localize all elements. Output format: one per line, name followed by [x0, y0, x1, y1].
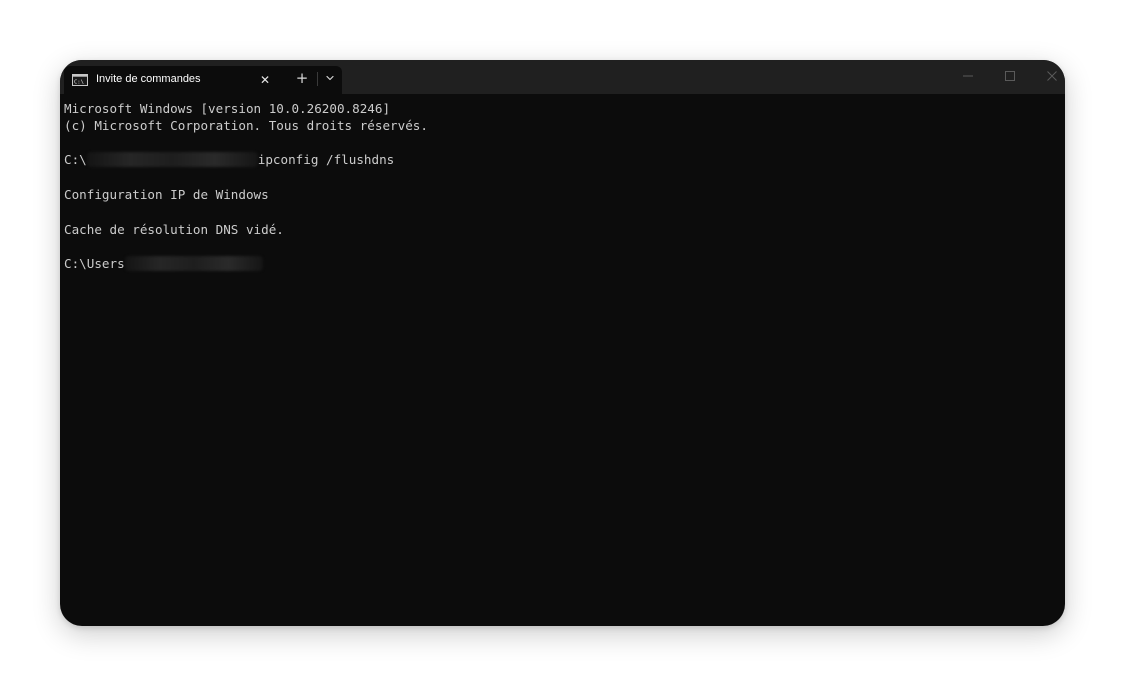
prompt-path: C:\ — [64, 152, 87, 167]
console-line-version: Microsoft Windows [version 10.0.26200.82… — [64, 101, 391, 116]
console-line-command: C:\ ipconfig /flushdns — [64, 151, 394, 168]
tab-separator — [317, 72, 318, 86]
prompt-path: C:\Users — [64, 256, 125, 271]
redacted-path — [86, 152, 258, 167]
command-text: ipconfig /flushdns — [257, 152, 395, 167]
console-line-copyright: (c) Microsoft Corporation. Tous droits r… — [64, 118, 428, 133]
redacted-username — [124, 256, 263, 271]
svg-text:C:\: C:\ — [74, 80, 84, 86]
new-tab-button[interactable]: + — [293, 69, 311, 87]
screen: C:\ Invite de commandes ✕ + Microsoft Wi… — [0, 0, 1125, 686]
minimize-icon[interactable] — [958, 66, 978, 86]
console-output[interactable]: Microsoft Windows [version 10.0.26200.82… — [64, 98, 1054, 618]
console-line-output-2: Cache de résolution DNS vidé. — [64, 222, 284, 237]
console-line-prompt: C:\Users — [64, 255, 263, 272]
title-bar: C:\ Invite de commandes ✕ + — [60, 60, 1065, 94]
tab-title: Invite de commandes — [96, 73, 201, 85]
close-icon[interactable] — [1042, 66, 1062, 86]
cmd-icon: C:\ — [72, 74, 88, 86]
console-line-output-1: Configuration IP de Windows — [64, 187, 269, 202]
chevron-down-icon[interactable] — [322, 70, 338, 86]
maximize-icon[interactable] — [1000, 66, 1020, 86]
tab-close-icon[interactable]: ✕ — [257, 72, 273, 88]
terminal-window: C:\ Invite de commandes ✕ + Microsoft Wi… — [60, 60, 1065, 626]
